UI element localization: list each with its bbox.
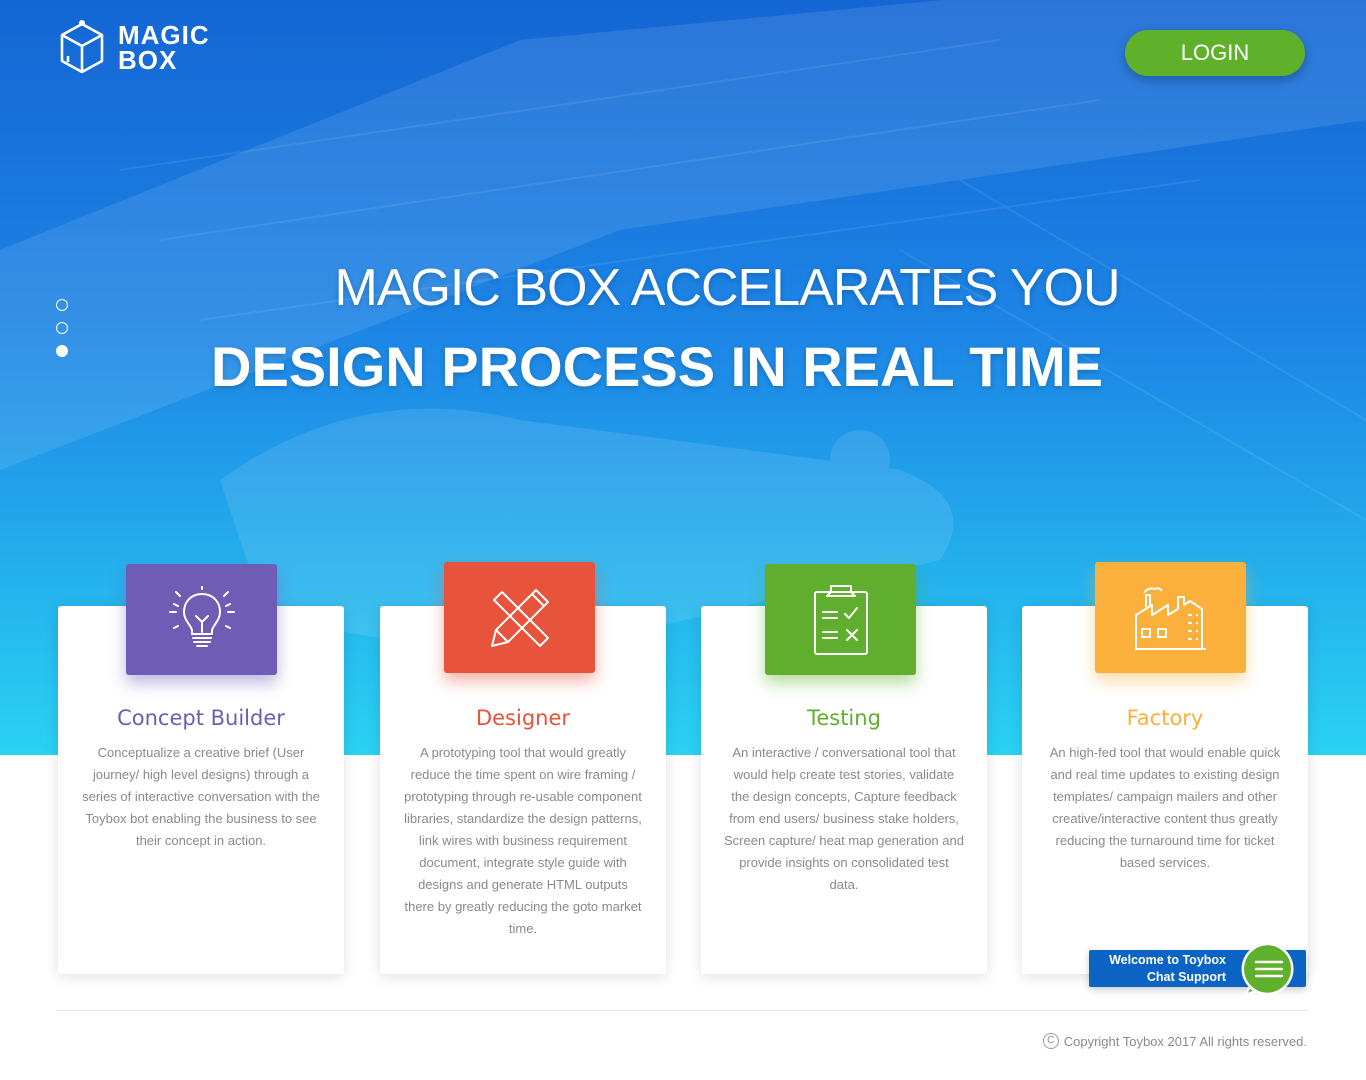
chat-bubble-icon[interactable]: [1241, 941, 1297, 997]
card-description: Conceptualize a creative brief (User jou…: [82, 745, 320, 848]
card-icon-box: [126, 564, 277, 675]
pencil-ruler-icon: [490, 588, 549, 647]
card-title: Factory: [1126, 706, 1204, 730]
clipboard-check-icon: [813, 584, 868, 655]
brand-name: MAGIC BOX: [118, 22, 210, 75]
slide-dot-2[interactable]: [56, 322, 68, 334]
hero-headline-line1: MAGIC BOX ACCELARATES YOU: [334, 259, 1120, 317]
card-description: An high-fed tool that would enable quick…: [1049, 745, 1281, 870]
card-title: Designer: [475, 706, 571, 730]
copyright-icon: C: [1042, 1033, 1059, 1049]
cube-icon: [60, 20, 104, 74]
card-icon-box: [1095, 562, 1246, 673]
chat-support-widget[interactable]: Welcome to Toybox Chat Support: [1089, 942, 1306, 997]
chat-line2: Chat Support: [1146, 970, 1226, 984]
card-factory[interactable]: Factory An high-fed tool that would enab…: [1022, 562, 1308, 974]
copyright-notice: C Copyright Toybox 2017 All rights reser…: [1042, 1033, 1307, 1049]
brand-line2: BOX: [118, 45, 178, 75]
chat-line1: Welcome to Toybox: [1109, 953, 1226, 967]
card-title: Concept Builder: [117, 706, 285, 730]
card-description: A prototyping tool that would greatly re…: [404, 745, 642, 936]
card-designer[interactable]: Designer A prototyping tool that would g…: [380, 562, 666, 974]
footer-divider: [56, 1010, 1308, 1011]
chat-support-label: Welcome to Toybox Chat Support: [1109, 952, 1226, 986]
card-title: Testing: [807, 706, 881, 730]
copyright-text: Copyright Toybox 2017 All rights reserve…: [1063, 1033, 1307, 1049]
factory-icon: [1134, 586, 1206, 650]
card-icon-box: [444, 562, 595, 673]
hero-headline-line2: DESIGN PROCESS IN REAL TIME: [211, 335, 1103, 398]
lightbulb-icon: [168, 585, 235, 647]
card-icon-box: [765, 564, 916, 675]
card-testing[interactable]: Testing An interactive / conversational …: [701, 564, 987, 974]
login-button[interactable]: LOGIN: [1125, 30, 1305, 76]
brand-logo[interactable]: MAGIC BOX: [58, 20, 210, 76]
card-concept-builder[interactable]: Concept Builder Conceptualize a creative…: [58, 564, 344, 974]
card-description: An interactive / conversational tool tha…: [724, 745, 964, 892]
